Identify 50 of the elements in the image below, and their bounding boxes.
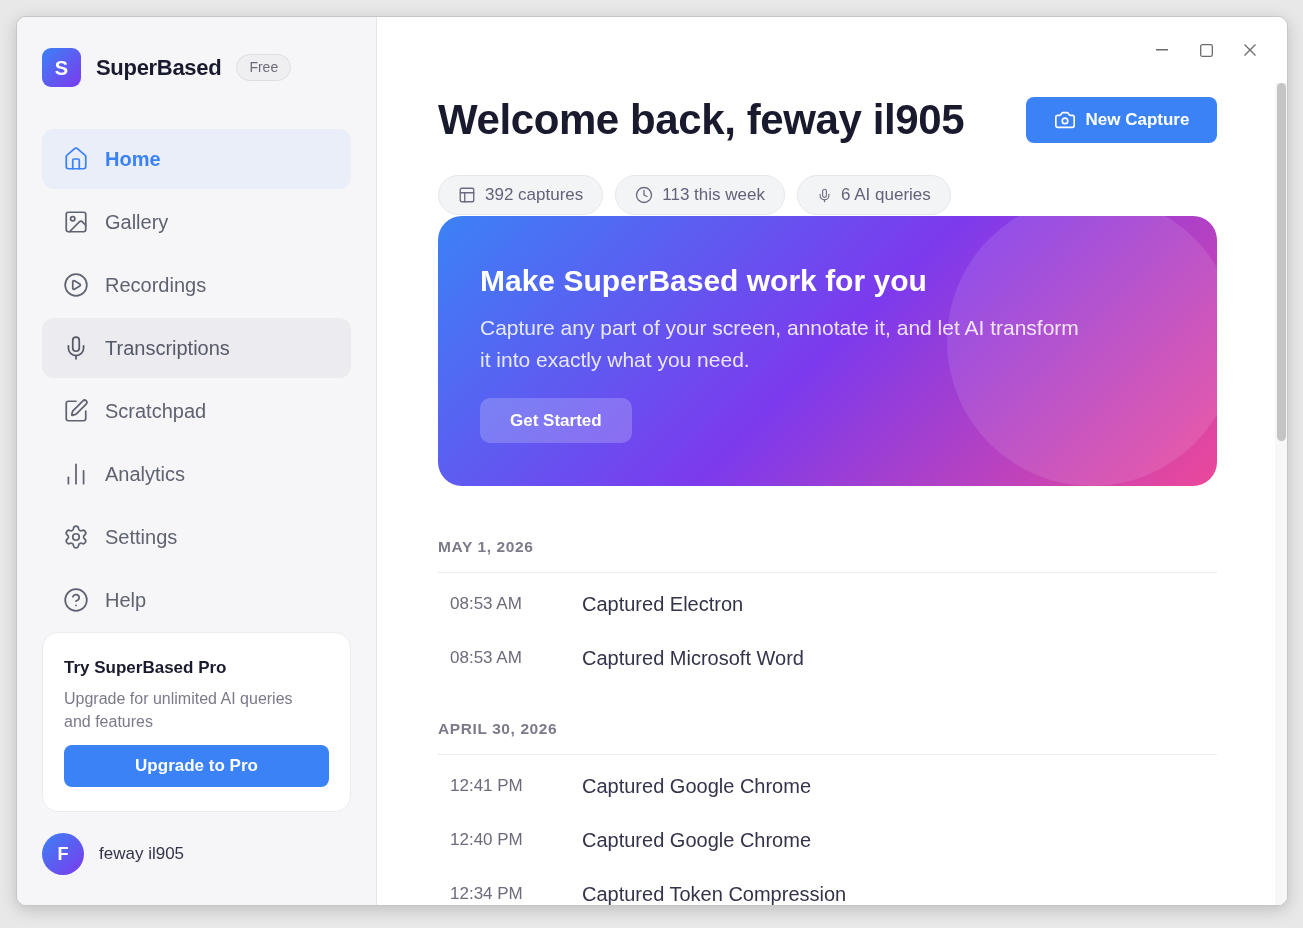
nav-item[interactable]: Scratchpad (42, 381, 351, 441)
help-icon (63, 587, 89, 613)
promo-description: Upgrade for unlimited AI queries and features (64, 689, 294, 732)
stat-label: 6 AI queries (841, 184, 931, 207)
new-capture-button[interactable]: New Capture (1026, 97, 1217, 143)
activity-title[interactable]: Captured Microsoft Word (582, 647, 804, 669)
clock-icon (635, 186, 654, 204)
activity-time: 08:53 AM (450, 648, 523, 668)
play-circle-icon (63, 272, 89, 298)
nav-item[interactable]: Settings (42, 507, 351, 567)
activity-time: 12:34 PM (450, 884, 524, 904)
activity-title[interactable]: Captured Electron (582, 593, 744, 615)
app-name: SuperBased (96, 54, 222, 82)
page-title: Welcome back, feway il905 (438, 97, 965, 143)
activity-title[interactable]: Captured Token Compression (582, 883, 847, 905)
activity-title[interactable]: Captured Google Chrome (582, 775, 811, 797)
microphone-icon (817, 187, 832, 203)
date-heading: APRIL 30, 2026 (438, 720, 558, 737)
activity-time: 12:40 PM (450, 830, 524, 850)
minimize-icon (1156, 49, 1168, 51)
nav-item[interactable]: Gallery (42, 192, 351, 252)
nav-item[interactable]: Help (42, 570, 351, 630)
upgrade-button[interactable]: Upgrade to Pro (64, 745, 329, 787)
pen-square-icon (63, 398, 89, 424)
banner-title: Make SuperBased work for you (480, 263, 927, 299)
promo-title: Try SuperBased Pro (64, 657, 227, 679)
date-heading: MAY 1, 2026 (438, 538, 534, 555)
close-icon (1244, 44, 1256, 56)
activity-time: 08:53 AM (450, 594, 523, 614)
activity-time: 12:41 PM (450, 776, 524, 796)
nav-item[interactable]: Recordings (42, 255, 351, 315)
nav-item[interactable]: Analytics (42, 444, 351, 504)
maximize-icon (1199, 43, 1213, 57)
banner-description: Capture any part of your screen, annotate it, and let AI transform it into exactly what you need. (480, 315, 1080, 373)
stat-label: 392 captures (485, 184, 584, 207)
nav-item[interactable]: Transcriptions (42, 318, 351, 378)
get-started-button[interactable]: Get Started (480, 398, 632, 443)
plan-badge: Free (236, 54, 292, 81)
user-name: feway il905 (99, 843, 185, 866)
home-icon (63, 146, 89, 172)
app-logo: S (42, 48, 81, 87)
settings-icon (63, 524, 89, 550)
activity-title[interactable]: Captured Google Chrome (582, 829, 811, 851)
camera-icon (1053, 109, 1076, 131)
layout-icon (458, 186, 476, 204)
scrollbar-thumb[interactable] (1276, 83, 1286, 441)
user-avatar[interactable]: F (42, 833, 84, 875)
nav-item[interactable]: Home (42, 129, 351, 189)
image-icon (63, 209, 89, 235)
stat-label: 113 this week (662, 184, 765, 207)
